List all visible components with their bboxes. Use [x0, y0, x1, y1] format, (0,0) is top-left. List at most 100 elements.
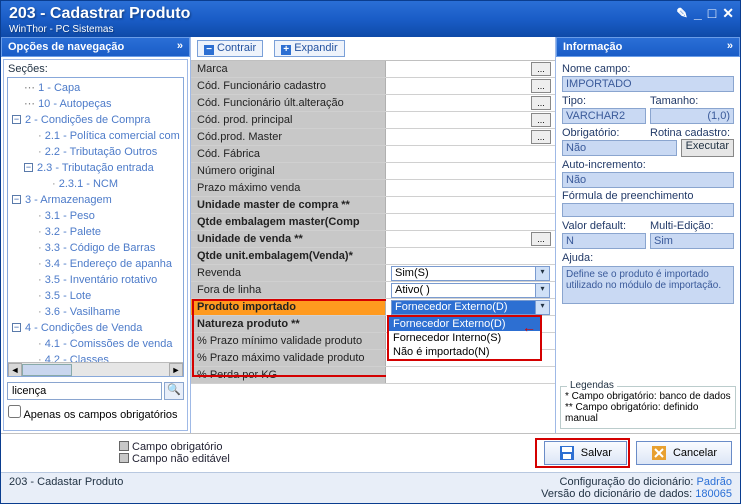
tree-item[interactable]: · 3.1 - Peso: [12, 208, 179, 224]
tree-item[interactable]: · 3.5 - Lote: [12, 288, 179, 304]
field-row: Marca...: [191, 61, 555, 78]
field-value[interactable]: ...: [386, 78, 555, 94]
lookup-button[interactable]: ...: [531, 232, 551, 246]
field-value[interactable]: [386, 180, 555, 196]
combo-box[interactable]: Fornecedor Externo(D)▾: [391, 300, 550, 315]
field-label: Número original: [191, 163, 386, 179]
chevron-icon[interactable]: »: [177, 40, 183, 52]
tree-item[interactable]: · 3.2 - Palete: [12, 224, 179, 240]
chevron-down-icon[interactable]: ▾: [535, 267, 549, 280]
tree-item[interactable]: · 2.3.1 - NCM: [12, 176, 179, 192]
minimize-icon[interactable]: _: [694, 5, 702, 22]
field-value[interactable]: [386, 214, 555, 230]
tree-item[interactable]: ⋯ 1 - Capa: [12, 80, 179, 96]
field-label: Natureza produto **: [191, 316, 386, 332]
field-grid: Marca...Cód. Funcionário cadastro...Cód.…: [191, 61, 555, 433]
field-value[interactable]: ...: [386, 95, 555, 111]
field-row: Unidade master de compra **: [191, 197, 555, 214]
tree-item[interactable]: · 2.2 - Tributação Outros: [12, 144, 179, 160]
default-label: Valor default:: [562, 220, 646, 232]
tree-item[interactable]: · 3.4 - Endereço de apanha: [12, 256, 179, 272]
field-row: Prazo máximo venda: [191, 180, 555, 197]
lookup-button[interactable]: ...: [531, 130, 551, 144]
dropdown-option[interactable]: Fornecedor Interno(S): [389, 331, 540, 345]
field-label: % Prazo máximo validade produto: [191, 350, 386, 366]
dropdown-option[interactable]: Fornecedor Externo(D)←: [389, 317, 540, 331]
window-subtitle: WinThor - PC Sistemas: [9, 24, 732, 35]
only-required-checkbox[interactable]: [8, 405, 21, 418]
field-value[interactable]: [386, 163, 555, 179]
collapse-button[interactable]: −Contrair: [197, 40, 263, 57]
lookup-button[interactable]: ...: [531, 113, 551, 127]
chevron-icon[interactable]: »: [727, 40, 733, 52]
execute-button[interactable]: Executar: [681, 139, 734, 157]
field-value[interactable]: ...: [386, 112, 555, 128]
edit-icon[interactable]: ✎: [676, 5, 688, 22]
tree-item[interactable]: −2.3 - Tributação entrada: [12, 160, 179, 176]
tree-item[interactable]: · 3.3 - Código de Barras: [12, 240, 179, 256]
tree-item[interactable]: · 2.1 - Política comercial com: [12, 128, 179, 144]
tree-item[interactable]: −3 - Armazenagem: [12, 192, 179, 208]
field-label: Cód. Funcionário cadastro: [191, 78, 386, 94]
field-value[interactable]: Fornecedor Externo(D)▾Fornecedor Externo…: [386, 299, 555, 315]
field-label: % Prazo mínimo validade produto: [191, 333, 386, 349]
lookup-button[interactable]: ...: [531, 96, 551, 110]
save-highlight: Salvar: [535, 438, 630, 468]
help-text: Define se o produto é importado utilizad…: [562, 266, 734, 304]
default-value: N: [562, 233, 646, 249]
horizontal-scrollbar[interactable]: ◄ ►: [8, 362, 183, 376]
field-value[interactable]: ...: [386, 61, 555, 77]
expand-button[interactable]: +Expandir: [274, 40, 344, 57]
tree-item[interactable]: · 4.1 - Comissões de venda: [12, 336, 179, 352]
field-value[interactable]: Sim(S)▾: [386, 265, 555, 281]
tree-item[interactable]: · 3.6 - Vasilhame: [12, 304, 179, 320]
dropdown-option[interactable]: Não é importado(N): [389, 345, 540, 359]
lookup-button[interactable]: ...: [531, 62, 551, 76]
field-value[interactable]: [386, 197, 555, 213]
lookup-button[interactable]: ...: [531, 79, 551, 93]
help-label: Ajuda:: [562, 252, 734, 264]
cancel-button[interactable]: Cancelar: [636, 441, 732, 465]
fields-panel: −Contrair +Expandir Marca...Cód. Funcion…: [191, 37, 555, 433]
routine-label: Rotina cadastro:: [650, 127, 734, 139]
status-bar: 203 - Cadastar Produto Configuração do d…: [1, 472, 740, 503]
field-value[interactable]: ...: [386, 231, 555, 247]
field-value[interactable]: [386, 367, 555, 383]
type-value: VARCHAR2: [562, 108, 646, 124]
field-value[interactable]: ...: [386, 129, 555, 145]
scroll-left-icon[interactable]: ◄: [8, 363, 22, 377]
field-row: Qtde unit.embalagem(Venda)*: [191, 248, 555, 265]
field-row: Cód. Funcionário cadastro...: [191, 78, 555, 95]
field-row: % Perda por KG: [191, 367, 555, 384]
field-value[interactable]: Ativo( )▾: [386, 282, 555, 298]
maximize-icon[interactable]: □: [708, 5, 716, 22]
field-label: Produto importado: [191, 299, 386, 315]
field-value[interactable]: [386, 146, 555, 162]
legend-title: Legendas: [567, 380, 617, 391]
size-label: Tamanho:: [650, 95, 734, 107]
combo-box[interactable]: Sim(S)▾: [391, 266, 550, 281]
scroll-right-icon[interactable]: ►: [169, 363, 183, 377]
tree-item[interactable]: · 3.5 - Inventário rotativo: [12, 272, 179, 288]
info-header: Informação »: [556, 37, 740, 57]
search-button[interactable]: 🔍: [164, 382, 184, 400]
legend-line1: * Campo obrigatório: banco de dados: [565, 391, 731, 402]
scroll-thumb[interactable]: [22, 364, 72, 376]
combo-box[interactable]: Ativo( )▾: [391, 283, 550, 298]
size-value: (1,0): [650, 108, 734, 124]
tree-view[interactable]: ⋯ 1 - Capa⋯ 10 - Autopeças−2 - Condições…: [7, 77, 184, 377]
field-label: Cód.prod. Master: [191, 129, 386, 145]
field-label: Fora de linha: [191, 282, 386, 298]
field-row: Fora de linha Ativo( )▾: [191, 282, 555, 299]
tree-item[interactable]: ⋯ 10 - Autopeças: [12, 96, 179, 112]
chevron-down-icon[interactable]: ▾: [535, 301, 549, 314]
legend-readonly: Campo não editável: [132, 453, 230, 465]
chevron-down-icon[interactable]: ▾: [535, 284, 549, 297]
save-button[interactable]: Salvar: [544, 441, 627, 465]
close-icon[interactable]: ✕: [722, 5, 734, 22]
field-value[interactable]: [386, 248, 555, 264]
search-input[interactable]: [7, 382, 162, 400]
tree-item[interactable]: −4 - Condições de Venda: [12, 320, 179, 336]
legend-box: Legendas * Campo obrigatório: banco de d…: [560, 386, 736, 429]
tree-item[interactable]: −2 - Condições de Compra: [12, 112, 179, 128]
